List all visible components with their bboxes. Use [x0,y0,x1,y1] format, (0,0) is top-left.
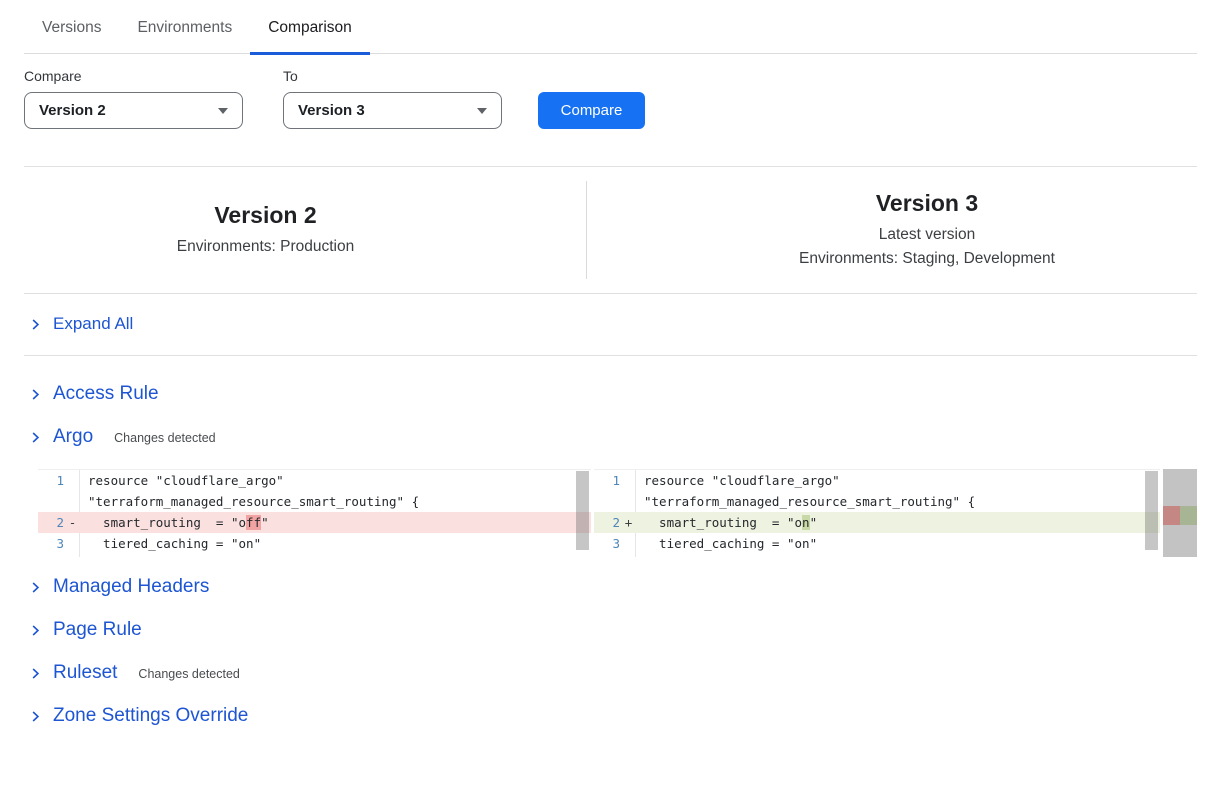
version-left-column: Version 2 Environments: Production [0,167,586,293]
diff-line: } [594,554,1160,557]
version-header: Version 2 Environments: Production Versi… [0,167,1224,293]
chevron-right-icon [28,580,43,595]
to-version-value: Version 3 [298,102,365,119]
to-label: To [283,68,502,84]
caret-down-icon [218,108,228,114]
section-label: Argo [53,426,93,448]
expand-all-button[interactable]: Expand All [0,294,1224,355]
compare-button[interactable]: Compare [538,92,645,129]
section-label: Ruleset [53,662,117,684]
right-pane-scrollbar[interactable] [1145,471,1158,550]
diff-overview-ruler[interactable] [1163,469,1197,557]
section-ruleset[interactable]: Ruleset Changes detected [0,659,1224,687]
section-label: Page Rule [53,619,142,641]
compare-version-value: Version 2 [39,102,106,119]
expand-all-label: Expand All [53,314,133,334]
compare-label: Compare [24,68,243,84]
to-field: To Version 3 [283,68,502,129]
chevron-right-icon [28,623,43,638]
left-version-environments: Environments: Production [177,236,354,258]
section-label: Access Rule [53,383,159,405]
diff-right-pane[interactable]: 1 resource "cloudflare_argo" "terraform_… [594,469,1160,557]
compare-version-select[interactable]: Version 2 [24,92,243,129]
section-managed-headers[interactable]: Managed Headers [0,573,1224,601]
tab-environments[interactable]: Environments [119,14,250,53]
version-right-column: Version 3 Latest version Environments: S… [587,167,1224,293]
chevron-right-icon [28,317,43,332]
tab-bar: Versions Environments Comparison [24,0,1197,54]
section-label: Zone Settings Override [53,705,248,727]
diff-line: 1 resource "cloudflare_argo" [38,470,591,491]
chevron-right-icon [28,430,43,445]
diff-left-pane[interactable]: 1 resource "cloudflare_argo" "terraform_… [38,469,591,557]
diff-line: 3 tiered_caching = "on" [594,533,1160,554]
diff-line: "terraform_managed_resource_smart_routin… [594,491,1160,512]
overview-added-marker [1180,506,1197,525]
diff-line-added: 2+ smart_routing = "on" [594,512,1160,533]
right-version-environments: Environments: Staging, Development [799,248,1055,270]
right-version-title: Version 3 [876,189,978,219]
chevron-right-icon [28,387,43,402]
deleted-word-highlight: ff [246,515,261,530]
section-zone-settings-override[interactable]: Zone Settings Override [0,702,1224,730]
right-version-latest-badge: Latest version [879,224,976,246]
diff-line: } [38,554,591,557]
section-label: Managed Headers [53,576,209,598]
compare-field: Compare Version 2 [24,68,243,129]
tab-comparison[interactable]: Comparison [250,14,370,53]
section-argo[interactable]: Argo Changes detected [0,423,1224,451]
chevron-right-icon [28,666,43,681]
diff-line: "terraform_managed_resource_smart_routin… [38,491,591,512]
changes-detected-badge: Changes detected [114,431,215,445]
section-page-rule[interactable]: Page Rule [0,616,1224,644]
caret-down-icon [477,108,487,114]
tab-versions[interactable]: Versions [24,14,119,53]
comparison-sections: Access Rule Argo Changes detected 1 reso… [0,380,1224,730]
to-version-select[interactable]: Version 3 [283,92,502,129]
compare-controls: Compare Version 2 To Version 3 Compare [24,68,1224,129]
section-access-rule[interactable]: Access Rule [0,380,1224,408]
left-version-title: Version 2 [214,201,316,231]
chevron-right-icon [28,709,43,724]
added-word-highlight: n [802,515,810,530]
diff-line: 1 resource "cloudflare_argo" [594,470,1160,491]
diff-line: 3 tiered_caching = "on" [38,533,591,554]
argo-diff-view: 1 resource "cloudflare_argo" "terraform_… [38,469,1224,557]
changes-detected-badge: Changes detected [138,667,239,681]
left-pane-scrollbar[interactable] [576,471,589,550]
diff-line-deleted: 2- smart_routing = "off" [38,512,591,533]
overview-deleted-marker [1163,506,1180,525]
divider [24,355,1197,356]
